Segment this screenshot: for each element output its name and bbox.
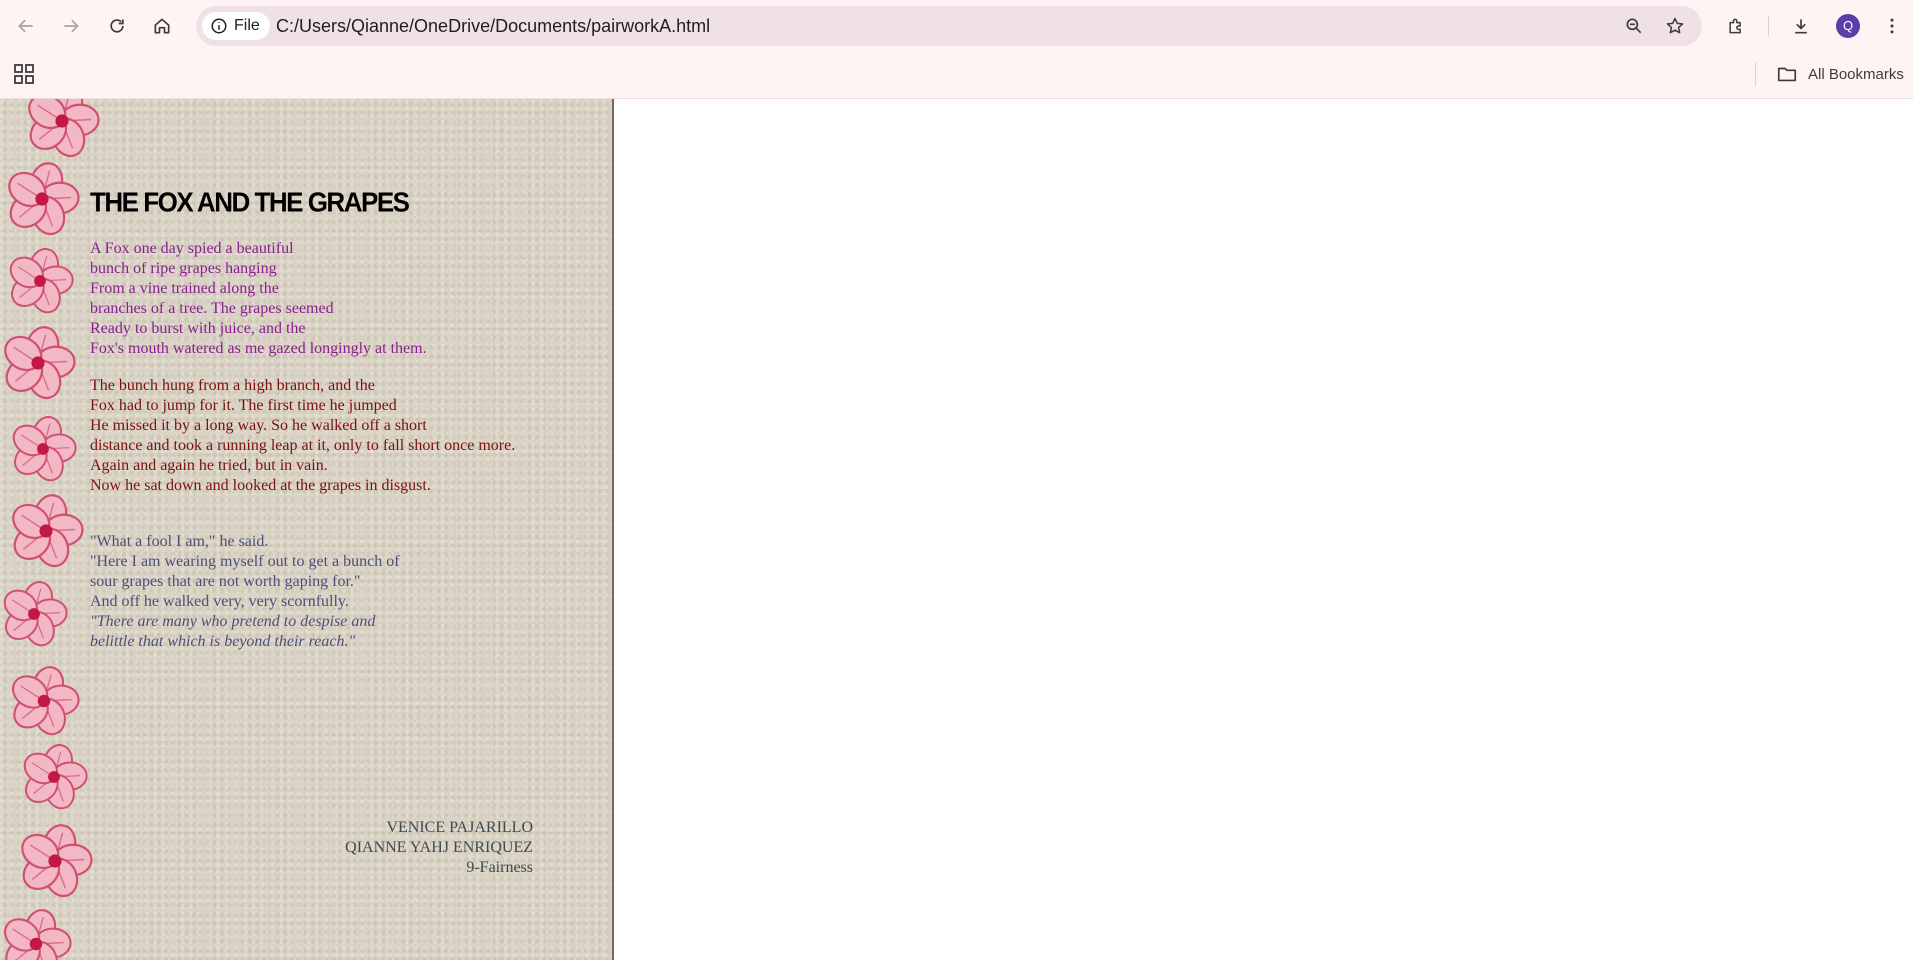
profile-avatar[interactable]: Q [1836,14,1860,38]
download-icon [1795,19,1807,34]
paragraph-1-line: Ready to burst with juice, and the [90,320,306,337]
paragraph-2-line: Fox had to jump for it. The first time h… [90,397,397,414]
address-bar[interactable]: File C:/Users/Qianne/OneDrive/Documents/… [196,6,1702,46]
credit-author-1: VENICE PAJARILLO [386,819,533,836]
moral-line: "There are many who pretend to despise a… [90,613,376,630]
credit-section: 9-Fairness [466,859,533,876]
paragraph-1-line: A Fox one day spied a beautiful [90,240,294,257]
credits: VENICE PAJARILLO QIANNE YAHJ ENRIQUEZ 9-… [300,818,533,878]
forward-icon [64,19,79,33]
paragraph-3-line: "What a fool I am," he said. [90,533,269,550]
forward-button[interactable] [55,10,87,42]
paragraph-2: The bunch hung from a high branch, and t… [90,376,515,496]
paragraph-1-line: Fox's mouth watered as me gazed longingl… [90,340,427,357]
hibiscus-flower-icon [3,581,68,647]
hibiscus-flower-icon [4,326,76,400]
hibiscus-flower-icon [8,162,80,236]
zoom-icon [1626,18,1642,34]
hibiscus-flower-icon [9,248,74,314]
browser-menu-button[interactable] [1876,10,1908,42]
paragraph-3: "What a fool I am," he said. "Here I am … [90,532,400,652]
extensions-button[interactable] [1720,10,1752,42]
paragraph-1-line: bunch of ripe grapes hanging [90,260,277,277]
story-page: THE FOX AND THE GRAPES A Fox one day spi… [0,99,614,960]
paragraph-3-line: And off he walked very, very scornfully. [90,593,349,610]
all-bookmarks-label: All Bookmarks [1808,65,1904,83]
zoom-button[interactable] [1622,14,1646,38]
bookmarks-divider [1755,62,1756,86]
url-text[interactable]: C:/Users/Qianne/OneDrive/Documents/pairw… [276,6,710,46]
bookmark-star-button[interactable] [1663,14,1687,38]
paragraph-3-line: sour grapes that are not worth gaping fo… [90,573,361,590]
paragraph-2-line: Now he sat down and looked at the grapes… [90,477,431,494]
reload-button[interactable] [101,10,133,42]
paragraph-1-line: branches of a tree. The grapes seemed [90,300,334,317]
hibiscus-flower-icon [11,666,80,736]
hibiscus-flower-icon [3,909,72,960]
paragraph-2-line: The bunch hung from a high branch, and t… [90,377,375,394]
toolbar-divider [1768,16,1769,36]
info-icon [211,18,227,34]
apps-icon[interactable] [14,64,34,84]
credit-author-2: QIANNE YAHJ ENRIQUEZ [345,839,533,856]
paragraph-1: A Fox one day spied a beautiful bunch of… [90,239,427,359]
site-info-chip[interactable]: File [202,12,270,40]
site-info-label: File [234,17,260,34]
bookmarks-bar: All Bookmarks [0,52,1913,99]
paragraph-3-line: "Here I am wearing myself out to get a b… [90,553,400,570]
hibiscus-flower-icon [21,824,93,898]
menu-icon [1890,18,1894,34]
all-bookmarks-button[interactable]: All Bookmarks [1776,62,1904,86]
downloads-button[interactable] [1785,10,1817,42]
hibiscus-flower-icon [12,416,77,482]
hibiscus-flower-icon [28,99,100,158]
hibiscus-flower-icon [12,494,84,568]
story-title: THE FOX AND THE GRAPES [90,186,410,218]
home-icon [154,18,170,34]
home-button[interactable] [146,10,178,42]
star-icon [1666,17,1684,34]
back-icon [18,19,33,33]
moral-line: belittle that which is beyond their reac… [90,633,356,650]
browser-toolbar: File C:/Users/Qianne/OneDrive/Documents/… [0,0,1913,52]
extensions-icon [1729,18,1741,34]
hibiscus-flower-icon [23,744,88,810]
back-button[interactable] [10,10,42,42]
folder-icon [1777,67,1797,82]
paragraph-2-line: distance and took a running leap at it, … [90,437,516,454]
paragraph-1-line: From a vine trained along the [90,280,279,297]
paragraph-2-line: He missed it by a long way. So he walked… [90,417,427,434]
reload-icon [110,19,124,33]
paragraph-2-line: Again and again he tried, but in vain. [90,457,328,474]
